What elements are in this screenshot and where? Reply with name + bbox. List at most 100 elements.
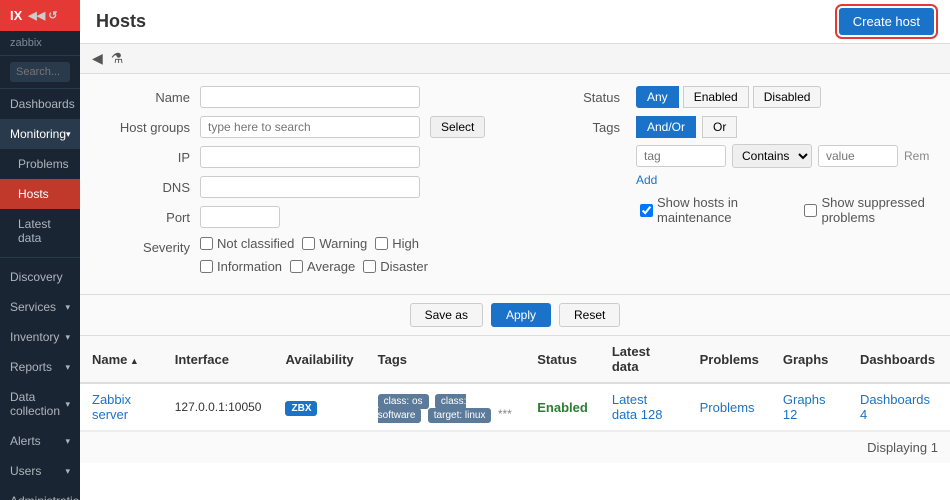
severity-information-checkbox[interactable] xyxy=(200,260,213,273)
port-label: Port xyxy=(100,206,190,225)
tags-cell: class: os class: software target: linux … xyxy=(366,383,526,431)
sidebar-user: zabbix xyxy=(0,31,80,56)
filter-name-row: Name xyxy=(100,86,500,108)
page-title: Hosts xyxy=(96,11,146,32)
severity-not-classified[interactable]: Not classified xyxy=(200,236,294,251)
host-groups-input[interactable] xyxy=(200,116,420,138)
filter-maintenance-row: Show hosts in maintenance Show suppresse… xyxy=(530,195,930,225)
tags-or-button[interactable]: Or xyxy=(702,116,737,138)
severity-disaster[interactable]: Disaster xyxy=(363,259,428,274)
severity-checkboxes: Not classified Warning High Information xyxy=(200,236,500,274)
add-tag-button[interactable]: Add xyxy=(636,173,657,187)
reset-button[interactable]: Reset xyxy=(559,303,620,327)
name-label: Name xyxy=(100,86,190,105)
tag-condition-select[interactable]: Contains xyxy=(732,144,812,168)
graphs-link[interactable]: Graphs 12 xyxy=(783,392,826,422)
filter-left-col: Name Host groups Select IP DNS Por xyxy=(100,86,500,282)
sidebar-item-inventory[interactable]: Inventory ▾ xyxy=(0,322,80,352)
ip-input[interactable] xyxy=(200,146,420,168)
latest-data-link[interactable]: Latest data 128 xyxy=(612,392,663,422)
problems-link[interactable]: Problems xyxy=(700,400,755,415)
sidebar-divider xyxy=(0,257,80,258)
filter-port-row: Port xyxy=(100,206,500,228)
severity-label: Severity xyxy=(100,236,190,255)
sidebar-item-users[interactable]: Users ▾ xyxy=(0,456,80,486)
sidebar-item-administration[interactable]: Administration ▾ xyxy=(0,486,80,500)
severity-information[interactable]: Information xyxy=(200,259,282,274)
availability-cell: ZBX xyxy=(273,383,365,431)
table-row: Zabbix server 127.0.0.1:10050 ZBX class:… xyxy=(80,383,950,431)
port-input[interactable] xyxy=(200,206,280,228)
filter-severity-row: Severity Not classified Warning High I xyxy=(100,236,500,274)
sidebar: IX ◀◀ ↺ zabbix Dashboards Monitoring ▾ P… xyxy=(0,0,80,500)
severity-average-checkbox[interactable] xyxy=(290,260,303,273)
status-cell: Enabled xyxy=(525,383,600,431)
severity-high[interactable]: High xyxy=(375,236,419,251)
tag-name-input[interactable] xyxy=(636,145,726,167)
show-suppressed-checkbox[interactable] xyxy=(804,204,817,217)
filter-collapse-button[interactable]: ◀ xyxy=(92,50,103,67)
col-latest-data: Latest data xyxy=(600,336,688,383)
host-name-link[interactable]: Zabbix server xyxy=(92,392,131,422)
severity-high-checkbox[interactable] xyxy=(375,237,388,250)
status-any-button[interactable]: Any xyxy=(636,86,679,108)
chevron-icon: ▾ xyxy=(65,302,70,313)
show-maintenance-checkbox[interactable] xyxy=(640,204,653,217)
sidebar-item-discovery[interactable]: Discovery xyxy=(0,262,80,292)
severity-warning[interactable]: Warning xyxy=(302,236,367,251)
col-dashboards: Dashboards xyxy=(848,336,950,383)
chevron-icon: ▾ xyxy=(65,362,70,373)
main-content: Hosts Create host ◀ ⚗ Name Host groups S… xyxy=(80,0,950,500)
status-disabled-button[interactable]: Disabled xyxy=(753,86,822,108)
sidebar-item-dashboards[interactable]: Dashboards xyxy=(0,89,80,119)
chevron-icon: ▾ xyxy=(65,332,70,343)
latest-data-cell: Latest data 128 xyxy=(600,383,688,431)
severity-disaster-checkbox[interactable] xyxy=(363,260,376,273)
status-value[interactable]: Enabled xyxy=(537,400,588,415)
col-tags: Tags xyxy=(366,336,526,383)
sidebar-item-problems[interactable]: Problems xyxy=(0,149,80,179)
tag-remove-button[interactable]: Rem xyxy=(904,149,929,163)
severity-warning-checkbox[interactable] xyxy=(302,237,315,250)
problems-cell: Problems xyxy=(688,383,771,431)
tag-badge-2: target: linux xyxy=(428,408,492,423)
zbx-badge: ZBX xyxy=(285,401,317,416)
ip-label: IP xyxy=(100,146,190,165)
create-host-button[interactable]: Create host xyxy=(839,8,934,35)
sidebar-item-monitoring[interactable]: Monitoring ▾ xyxy=(0,119,80,149)
tags-and-or-button[interactable]: And/Or xyxy=(636,116,696,138)
sidebar-item-data-collection[interactable]: Data collection ▾ xyxy=(0,382,80,426)
table-header-row: Name Interface Availability Tags Status … xyxy=(80,336,950,383)
tag-filter-row: Contains Rem xyxy=(636,144,929,168)
sidebar-search-input[interactable] xyxy=(10,62,70,82)
tag-value-input[interactable] xyxy=(818,145,898,167)
show-suppressed-label[interactable]: Show suppressed problems xyxy=(804,195,930,225)
sidebar-item-hosts[interactable]: Hosts xyxy=(0,179,80,209)
tags-more: *** xyxy=(498,407,512,421)
filter-panel: Name Host groups Select IP DNS Por xyxy=(80,74,950,295)
severity-average[interactable]: Average xyxy=(290,259,355,274)
filter-dns-row: DNS xyxy=(100,176,500,198)
dashboards-link[interactable]: Dashboards 4 xyxy=(860,392,930,422)
select-button[interactable]: Select xyxy=(430,116,485,138)
sidebar-item-services[interactable]: Services ▾ xyxy=(0,292,80,322)
save-as-button[interactable]: Save as xyxy=(410,303,483,327)
logo-text: IX xyxy=(10,8,22,23)
status-enabled-button[interactable]: Enabled xyxy=(683,86,749,108)
sidebar-item-reports[interactable]: Reports ▾ xyxy=(0,352,80,382)
sidebar-item-alerts[interactable]: Alerts ▾ xyxy=(0,426,80,456)
show-maintenance-label[interactable]: Show hosts in maintenance xyxy=(640,195,764,225)
table-body: Zabbix server 127.0.0.1:10050 ZBX class:… xyxy=(80,383,950,431)
filter-hostgroups-row: Host groups Select xyxy=(100,116,500,138)
col-name[interactable]: Name xyxy=(80,336,163,383)
severity-not-classified-checkbox[interactable] xyxy=(200,237,213,250)
nav-arrows[interactable]: ◀◀ ↺ xyxy=(28,9,57,22)
dns-input[interactable] xyxy=(200,176,420,198)
col-problems: Problems xyxy=(688,336,771,383)
apply-button[interactable]: Apply xyxy=(491,303,551,327)
interface-cell: 127.0.0.1:10050 xyxy=(163,383,274,431)
dashboards-cell: Dashboards 4 xyxy=(848,383,950,431)
hosts-table-container: Name Interface Availability Tags Status … xyxy=(80,336,950,500)
sidebar-item-latest-data[interactable]: Latest data xyxy=(0,209,80,253)
name-input[interactable] xyxy=(200,86,420,108)
